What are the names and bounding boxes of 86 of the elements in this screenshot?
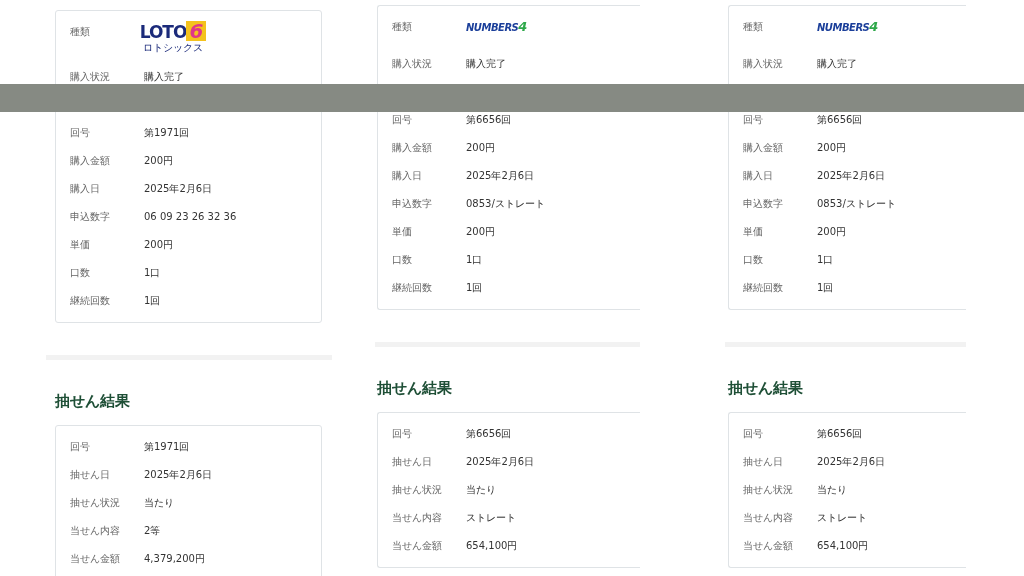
field-value: 1口 <box>817 253 834 267</box>
field-label: 継続回数 <box>743 281 784 295</box>
field-value: 2等 <box>144 523 161 538</box>
field-value: 4,379,200円 <box>144 551 205 566</box>
field-value: 654,100円 <box>817 538 869 553</box>
field-label: 種類 <box>392 20 413 34</box>
field-label: 抽せん日 <box>743 454 784 469</box>
field-label: 種類 <box>70 25 91 39</box>
field-label: 購入日 <box>70 182 101 196</box>
field-value: 第1971回 <box>144 126 190 140</box>
field-label: 単価 <box>392 225 413 239</box>
section-heading: 抽せん結果 <box>55 391 131 412</box>
field-value: 2025年2月6日 <box>144 182 213 196</box>
field-value: 2025年2月6日 <box>817 169 886 183</box>
field-value: 2025年2月6日 <box>466 169 535 183</box>
field-value: 第6656回 <box>466 426 512 441</box>
field-value: 200円 <box>466 225 496 239</box>
field-value: 当たり <box>466 482 496 497</box>
field-label: 抽せん状況 <box>392 482 443 497</box>
field-value: 0853/ストレート <box>466 197 545 211</box>
field-value: 0853/ストレート <box>817 197 896 211</box>
field-label: 当せん金額 <box>743 538 794 553</box>
field-label: 口数 <box>743 253 764 267</box>
lottery-logo: NUMBERS4 <box>817 20 879 33</box>
field-label: 抽せん状況 <box>70 495 121 510</box>
field-label: 種類 <box>743 20 764 34</box>
field-value: 購入完了 <box>144 70 184 84</box>
field-label: 単価 <box>743 225 764 239</box>
field-label: 抽せん状況 <box>743 482 794 497</box>
field-value: 200円 <box>144 154 174 168</box>
field-label: 購入日 <box>743 169 774 183</box>
field-label: 回号 <box>743 113 764 127</box>
field-value: 第1971回 <box>144 439 190 454</box>
field-label: 口数 <box>70 266 91 280</box>
field-value: 1回 <box>817 281 834 295</box>
field-label: 回号 <box>70 439 91 454</box>
field-value: ストレート <box>817 510 867 525</box>
field-label: 購入状況 <box>743 57 784 71</box>
field-value: 第6656回 <box>817 426 863 441</box>
field-value: 2025年2月6日 <box>817 454 886 469</box>
field-label: 申込数字 <box>70 210 111 224</box>
field-label: 単価 <box>70 238 91 252</box>
field-label: 回号 <box>743 426 764 441</box>
field-label: 当せん金額 <box>70 551 121 566</box>
field-label: 当せん内容 <box>70 523 121 538</box>
field-value: 654,100円 <box>466 538 518 553</box>
field-label: 抽せん日 <box>70 467 111 482</box>
field-value: 第6656回 <box>817 113 863 127</box>
field-value: 2025年2月6日 <box>144 467 213 482</box>
field-label: 申込数字 <box>392 197 433 211</box>
field-label: 当せん金額 <box>392 538 443 553</box>
field-value: 06 09 23 26 32 36 <box>144 210 237 224</box>
field-label: 購入日 <box>392 169 423 183</box>
field-label: 口数 <box>392 253 413 267</box>
field-value: 200円 <box>817 225 847 239</box>
field-value: 第6656回 <box>466 113 512 127</box>
field-value: 200円 <box>144 238 174 252</box>
field-label: 回号 <box>392 113 413 127</box>
field-value: 200円 <box>817 141 847 155</box>
field-label: 購入金額 <box>70 154 111 168</box>
field-label: 継続回数 <box>70 294 111 308</box>
field-label: 購入金額 <box>392 141 433 155</box>
field-value: 購入完了 <box>817 57 857 71</box>
field-value: 1口 <box>466 253 483 267</box>
section-heading: 抽せん結果 <box>728 378 804 399</box>
field-label: 当せん内容 <box>743 510 794 525</box>
field-label: 抽せん日 <box>392 454 433 469</box>
field-label: 購入状況 <box>392 57 433 71</box>
section-heading: 抽せん結果 <box>377 378 453 399</box>
field-label: 申込数字 <box>743 197 784 211</box>
field-label: 回号 <box>70 126 91 140</box>
field-value: 当たり <box>817 482 847 497</box>
field-value: 購入完了 <box>466 57 506 71</box>
field-value: 1回 <box>466 281 483 295</box>
field-label: 継続回数 <box>392 281 433 295</box>
lottery-logo: NUMBERS4 <box>466 20 528 33</box>
field-label: 回号 <box>392 426 413 441</box>
field-label: 購入金額 <box>743 141 784 155</box>
field-label: 当せん内容 <box>392 510 443 525</box>
field-label: 購入状況 <box>70 70 111 84</box>
field-value: 1回 <box>144 294 161 308</box>
field-value: 2025年2月6日 <box>466 454 535 469</box>
field-value: 当たり <box>144 495 174 510</box>
field-value: ストレート <box>466 510 516 525</box>
field-value: 200円 <box>466 141 496 155</box>
field-value: 1口 <box>144 266 161 280</box>
